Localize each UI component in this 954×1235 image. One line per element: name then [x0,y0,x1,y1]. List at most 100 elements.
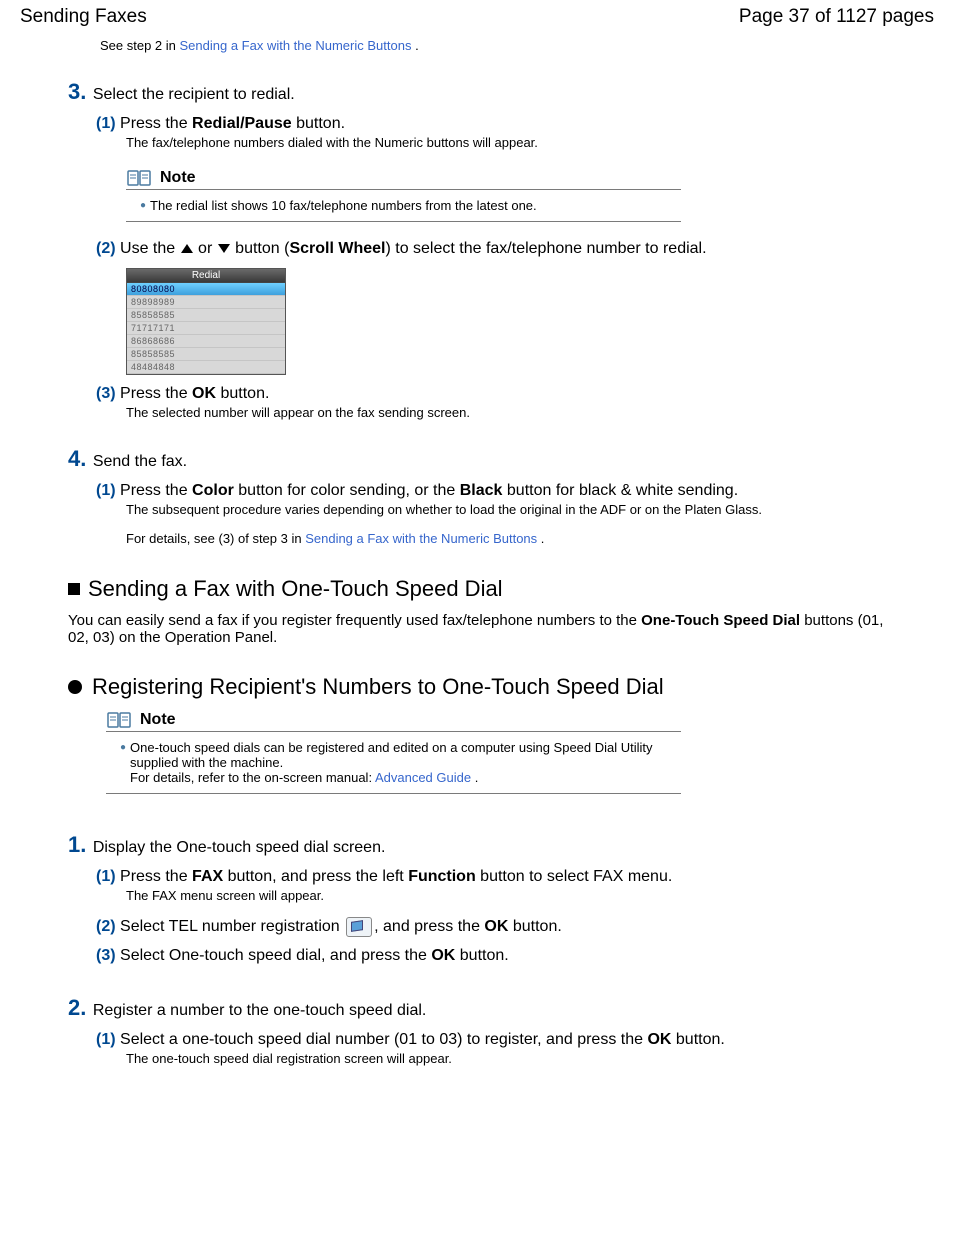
t: button to select FAX menu. [476,868,673,885]
note-body: ● The redial list shows 10 fax/telephone … [126,190,681,222]
intro-prefix: See step 2 in [100,38,180,53]
t: button ( [231,240,290,257]
step3-sub1-desc: The fax/telephone numbers dialed with th… [126,135,904,150]
t: Press the [120,115,192,132]
reg-step-2-number: 2. [68,995,86,1020]
step-4-title: Send the fax. [93,453,187,470]
r1-sub1-text: Press the FAX button, and press the left… [120,868,672,885]
t: , and press the [374,918,484,935]
bullet-icon: ● [140,200,146,211]
scroll-wheel-label: Scroll Wheel [289,240,385,257]
r1-sub1-num: (1) [96,868,116,885]
t: button, and press the left [223,868,408,885]
fax-label: FAX [192,868,223,885]
note-line-2a: For details, refer to the on-screen manu… [130,770,375,785]
t: Select TEL number registration [120,918,344,935]
t: Select One-touch speed dial, and press t… [120,947,431,964]
t: Press the [120,868,192,885]
ok-label: OK [647,1031,671,1048]
step3-sub3-text: Press the OK button. [120,385,269,402]
redial-screen: Redial 80808080 89898989 85858585 717171… [126,268,286,375]
redial-row: 86868686 [127,335,285,348]
redial-row-selected: 80808080 [127,283,285,296]
t: Select a one-touch speed dial number (01… [120,1031,647,1048]
t: You can easily send a fax if you registe… [68,612,641,629]
t: . [537,531,544,546]
note-title: Note [160,169,196,187]
redial-pause-label: Redial/Pause [192,115,292,132]
note-line-1: One-touch speed dials can be registered … [130,740,653,770]
black-label: Black [460,482,503,499]
ok-label: OK [431,947,455,964]
t: button for color sending, or the [234,482,460,499]
redial-row: 89898989 [127,296,285,309]
square-bullet-icon [68,583,80,595]
tel-registration-icon [346,917,372,937]
t: For details, see (3) of step 3 in [126,531,305,546]
reg-step-2-title: Register a number to the one-touch speed… [93,1002,427,1019]
step4-sub1-desc: The subsequent procedure varies dependin… [126,502,904,517]
up-arrow-icon [181,244,193,253]
step4-sub1-num: (1) [96,482,116,499]
intro-line: See step 2 in Sending a Fax with the Num… [100,38,904,53]
step4-sub1-text: Press the Color button for color sending… [120,482,738,499]
ok-label: OK [192,385,216,402]
ok-label: OK [484,918,508,935]
redial-screen-title: Redial [127,269,285,283]
note-icon [126,168,154,188]
t: button. [508,918,561,935]
t: button. [292,115,345,132]
page-title-left: Sending Faxes [20,6,147,28]
r2-sub1-text: Select a one-touch speed dial number (01… [120,1031,725,1048]
t: ) to select the fax/telephone number to … [385,240,706,257]
note-box-speed-dial: Note ● One-touch speed dials can be regis… [106,710,681,794]
r2-sub1-desc: The one-touch speed dial registration sc… [126,1051,904,1066]
function-label: Function [408,868,476,885]
heading-one-touch: Sending a Fax with One-Touch Speed Dial [88,576,503,602]
reg-step-1-title: Display the One-touch speed dial screen. [93,839,386,856]
step3-sub2-num: (2) [96,240,116,257]
redial-row: 71717171 [127,322,285,335]
step3-sub2-text: Use the or button (Scroll Wheel) to sele… [120,240,707,257]
bullet-icon: ● [120,742,126,753]
link-sending-fax-numeric-2[interactable]: Sending a Fax with the Numeric Buttons [305,531,537,546]
t: button. [455,947,508,964]
r1-sub3-num: (3) [96,947,116,964]
color-label: Color [192,482,234,499]
page-counter: Page 37 of 1127 pages [739,6,934,28]
reg-step-1-number: 1. [68,832,86,857]
t: Press the [120,482,192,499]
t: or [194,240,217,257]
note-title: Note [140,711,176,729]
note-icon [106,710,134,730]
link-sending-fax-numeric[interactable]: Sending a Fax with the Numeric Buttons [180,38,412,53]
step3-sub1-num: (1) [96,115,116,132]
down-arrow-icon [218,244,230,253]
redial-row: 85858585 [127,348,285,361]
step-3-title: Select the recipient to redial. [93,86,295,103]
step4-details: For details, see (3) of step 3 in Sendin… [126,531,904,546]
link-advanced-guide[interactable]: Advanced Guide [375,770,471,785]
intro-suffix: . [415,38,419,53]
t: button for black & white sending. [502,482,738,499]
t: Use the [120,240,180,257]
step3-sub3-num: (3) [96,385,116,402]
note-text: The redial list shows 10 fax/telephone n… [150,198,537,213]
r1-sub3-text: Select One-touch speed dial, and press t… [120,947,509,964]
note-body-sd: ● One-touch speed dials can be registered… [106,732,681,794]
t: button. [216,385,269,402]
r2-sub1-num: (1) [96,1031,116,1048]
r1-sub1-desc: The FAX menu screen will appear. [126,888,904,903]
t: Press the [120,385,192,402]
r1-sub2-num: (2) [96,918,116,935]
r1-sub2-text: Select TEL number registration , and pre… [120,918,562,935]
redial-row: 48484848 [127,361,285,374]
circle-bullet-icon [68,680,82,694]
one-touch-intro: You can easily send a fax if you registe… [68,612,904,646]
step-4-number: 4. [68,446,86,471]
step3-sub1-text: Press the Redial/Pause button. [120,115,345,132]
heading-registering: Registering Recipient's Numbers to One-T… [92,674,664,700]
step3-sub3-desc: The selected number will appear on the f… [126,405,904,420]
one-touch-label: One-Touch Speed Dial [641,612,800,629]
redial-row: 85858585 [127,309,285,322]
